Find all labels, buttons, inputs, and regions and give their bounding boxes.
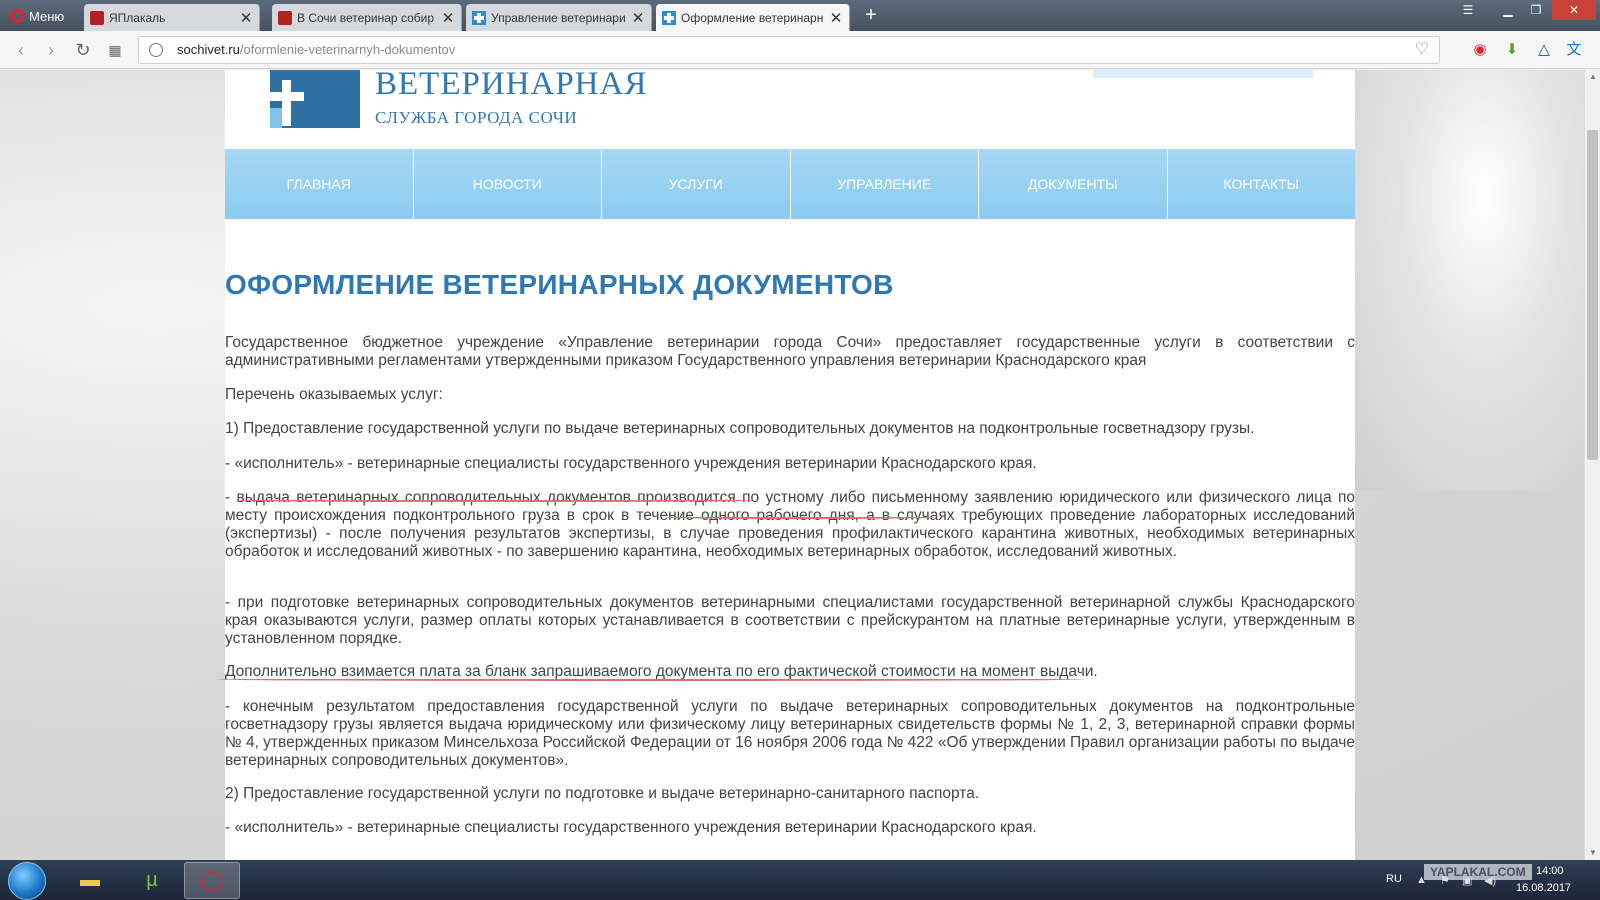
- address-bar[interactable]: sochivet.ru/oformlenie-veterinarnyh-doku…: [138, 36, 1440, 64]
- new-tab-button[interactable]: +: [860, 4, 882, 26]
- tab-sochi-vet[interactable]: В Сочи ветеринар собир ✕: [272, 4, 462, 31]
- nav-item-services[interactable]: УСЛУГИ: [602, 149, 791, 219]
- vpn-icon[interactable]: △: [1534, 40, 1554, 60]
- background-image: [1334, 70, 1584, 490]
- globe-icon: [149, 43, 163, 57]
- yaplakal-favicon-icon: [278, 10, 292, 25]
- tab-menu-icon[interactable]: ☰: [1454, 0, 1482, 20]
- opera-logo-icon: [10, 9, 24, 23]
- page-viewport: ВЕТЕРИНАРНАЯ СЛУЖБА ГОРОДА СОЧИ ГЛАВНАЯ …: [0, 70, 1584, 860]
- header-search-field[interactable]: [1093, 70, 1313, 78]
- vertical-scrollbar[interactable]: ▲ ▼: [1584, 70, 1600, 860]
- reload-icon[interactable]: ↻: [72, 39, 94, 61]
- page-title: ОФОРМЛЕНИЕ ВЕТЕРИНАРНЫХ ДОКУМЕНТОВ: [225, 269, 894, 300]
- red-underline-annotation: [235, 499, 755, 502]
- nav-item-news[interactable]: НОВОСТИ: [414, 149, 602, 219]
- scroll-down-icon[interactable]: ▼: [1585, 846, 1600, 860]
- download-icon[interactable]: ⬇: [1502, 40, 1522, 60]
- windows-taskbar: ▬ µ ◯ RU ▲ YAPLAKAL.COM ⚑ ▣ ◀) 14:00 16.…: [0, 860, 1600, 900]
- network-icon[interactable]: ▣: [1462, 874, 1472, 887]
- back-icon[interactable]: ‹: [10, 39, 32, 61]
- clock-time[interactable]: 14:00: [1536, 865, 1564, 877]
- site-header: ВЕТЕРИНАРНАЯ СЛУЖБА ГОРОДА СОЧИ: [225, 70, 1355, 150]
- yaplakal-favicon-icon: [90, 10, 104, 25]
- paragraph-service-1: 1) Предоставление государственной услуги…: [225, 420, 1255, 437]
- minimize-icon[interactable]: ▁: [1494, 0, 1522, 20]
- forward-icon[interactable]: ›: [40, 39, 62, 61]
- close-icon[interactable]: ✕: [631, 9, 645, 27]
- paragraph-service-2: 2) Предоставление государственной услуги…: [225, 785, 980, 802]
- close-icon[interactable]: ✕: [239, 9, 253, 27]
- translate-icon[interactable]: 文: [1564, 40, 1584, 60]
- adblock-icon[interactable]: ◉: [1470, 40, 1490, 60]
- start-button[interactable]: [8, 862, 46, 900]
- paragraph-fees: - при подготовке ветеринарных сопроводит…: [225, 594, 1355, 647]
- menu-label: Меню: [29, 8, 65, 24]
- browser-tab-strip: Меню ЯПлакаль ✕ В Сочи ветеринар собир ✕…: [0, 0, 1600, 31]
- nav-item-documents[interactable]: ДОКУМЕНТЫ: [979, 149, 1168, 219]
- scroll-up-icon[interactable]: ▲: [1585, 70, 1600, 84]
- sochivet-favicon-icon: [662, 10, 676, 25]
- opera-taskbar-icon[interactable]: ◯: [184, 862, 240, 899]
- paragraph-result: - конечным результатом предоставления го…: [225, 698, 1355, 769]
- page-container: ВЕТЕРИНАРНАЯ СЛУЖБА ГОРОДА СОЧИ ГЛАВНАЯ …: [215, 70, 1355, 860]
- nav-item-management[interactable]: УПРАВЛЕНИЕ: [791, 149, 979, 219]
- tab-title: Управление ветеринари: [491, 10, 626, 25]
- language-indicator[interactable]: RU: [1386, 873, 1402, 885]
- paragraph-services-heading: Перечень оказываемых услуг:: [225, 386, 443, 403]
- url-path: /oformlenie-veterinarnyh-dokumentov: [239, 42, 456, 57]
- paragraph-executor-1: - «исполнитель» - ветеринарные специалис…: [225, 455, 1037, 472]
- paragraph-intro: Государственное бюджетное учреждение «Уп…: [225, 334, 1355, 369]
- volume-icon[interactable]: ◀): [1484, 874, 1496, 887]
- flag-icon[interactable]: ⚑: [1440, 874, 1450, 887]
- tab-title: В Сочи ветеринар собир: [297, 10, 434, 25]
- site-title[interactable]: ВЕТЕРИНАРНАЯ: [375, 70, 647, 103]
- restore-icon[interactable]: ❐: [1522, 0, 1550, 20]
- scroll-thumb[interactable]: [1587, 130, 1598, 460]
- heart-icon[interactable]: ♡: [1415, 37, 1429, 63]
- tab-yaplakal[interactable]: ЯПлакаль ✕: [84, 4, 260, 31]
- explorer-icon[interactable]: ▬: [62, 862, 118, 899]
- window-close-icon[interactable]: ✕: [1552, 0, 1596, 20]
- utorrent-icon[interactable]: µ: [124, 862, 180, 899]
- close-icon[interactable]: ✕: [441, 9, 455, 27]
- logo-cross-icon: [270, 92, 304, 101]
- nav-item-contacts[interactable]: КОНТАКТЫ: [1168, 149, 1356, 219]
- tab-title: Оформление ветеринарн: [681, 10, 824, 25]
- tab-vet-management[interactable]: Управление ветеринари ✕: [466, 4, 652, 31]
- main-navigation: ГЛАВНАЯ НОВОСТИ УСЛУГИ УПРАВЛЕНИЕ ДОКУМЕ…: [225, 149, 1355, 219]
- url-domain: sochivet.ru: [177, 42, 240, 57]
- red-underline-annotation: [215, 678, 1085, 681]
- tab-title: ЯПлакаль: [109, 10, 166, 25]
- red-underline-annotation: [665, 516, 935, 519]
- sochivet-favicon-icon: [472, 10, 486, 25]
- browser-toolbar: ‹ › ↻ ▦ sochivet.ru/oformlenie-veterinar…: [0, 31, 1600, 69]
- logo-accent-icon: [270, 108, 282, 128]
- tab-vet-documents[interactable]: Оформление ветеринарн ✕: [656, 4, 850, 31]
- logo-cross-icon: [282, 80, 291, 126]
- close-icon[interactable]: ✕: [829, 9, 843, 27]
- opera-menu-button[interactable]: Меню: [4, 4, 76, 28]
- speed-dial-icon[interactable]: ▦: [104, 39, 126, 61]
- paragraph-executor-2: - «исполнитель» - ветеринарные специалис…: [225, 819, 1037, 836]
- site-subtitle: СЛУЖБА ГОРОДА СОЧИ: [375, 108, 578, 127]
- clock-date[interactable]: 16.08.2017: [1516, 882, 1571, 894]
- nav-item-home[interactable]: ГЛАВНАЯ: [225, 149, 414, 219]
